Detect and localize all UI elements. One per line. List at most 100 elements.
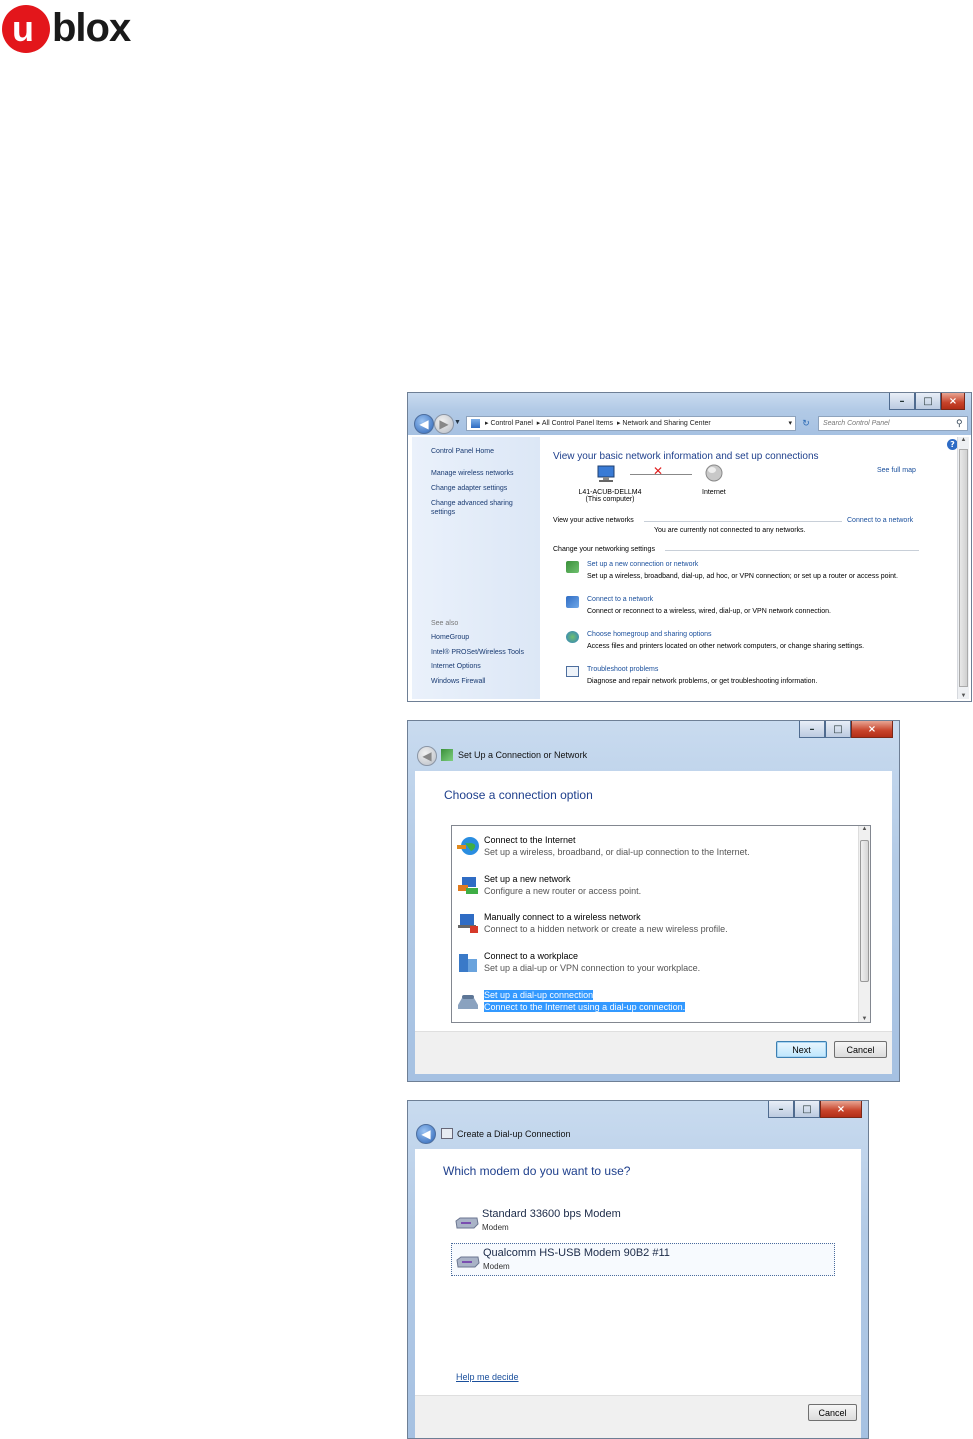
see-also-homegroup[interactable]: HomeGroup: [431, 633, 469, 642]
modem-item-standard[interactable]: Standard 33600 bps Modem Modem: [451, 1205, 835, 1238]
breadcrumb-network-center[interactable]: Network and Sharing Center: [622, 420, 710, 427]
window1-titlebar: – □ × ◀ ▶ ▼ ▸ Control Panel ▸ All Contro…: [408, 393, 971, 435]
computer-name: L41-ACUB-DELLM4 (This computer): [575, 489, 645, 503]
ublox-logo: u blox: [0, 0, 150, 60]
address-dropdown-icon[interactable]: ▾: [788, 417, 792, 430]
cancel-button[interactable]: Cancel: [808, 1404, 857, 1421]
scroll-thumb[interactable]: [860, 840, 869, 982]
scroll-down-icon[interactable]: ▼: [958, 693, 969, 699]
settings-divider: [665, 550, 919, 551]
scroll-down-icon[interactable]: ▼: [859, 1016, 870, 1022]
task-desc: Connect or reconnect to a wireless, wire…: [587, 608, 831, 615]
list-item[interactable]: Manually connect to a wireless network C…: [456, 909, 856, 939]
address-bar[interactable]: ▸ Control Panel ▸ All Control Panel Item…: [466, 416, 796, 431]
history-dropdown-icon[interactable]: ▼: [454, 419, 461, 426]
page-title: View your basic network information and …: [553, 451, 819, 462]
option-desc: Set up a dial-up or VPN connection to yo…: [484, 963, 701, 973]
disconnected-x-icon: ✕: [653, 464, 664, 478]
computer-sub-text: (This computer): [585, 496, 635, 503]
search-icon[interactable]: ⚲: [956, 418, 963, 429]
list-item[interactable]: Connect to the Internet Set up a wireles…: [456, 832, 856, 862]
maximize-button[interactable]: □: [825, 721, 851, 738]
task-desc: Set up a wireless, broadband, dial-up, a…: [587, 573, 898, 580]
option-title: Manually connect to a wireless network: [484, 912, 641, 922]
networking-settings-label: Change your networking settings: [553, 546, 655, 553]
task-title[interactable]: Set up a new connection or network: [587, 561, 698, 568]
sidebar-item-advanced-sharing[interactable]: Change advanced sharing settings: [431, 499, 531, 517]
scroll-up-icon[interactable]: ▲: [958, 437, 969, 443]
option-desc: Set up a wireless, broadband, or dial-up…: [484, 847, 750, 857]
modem-icon: [456, 1256, 480, 1268]
window2-title: Set Up a Connection or Network: [458, 750, 588, 760]
minimize-button[interactable]: –: [768, 1101, 794, 1118]
close-button[interactable]: ×: [941, 393, 965, 410]
modem-type: Modem: [482, 1223, 509, 1232]
connect-network-icon: [566, 596, 579, 608]
see-also-intel-proset[interactable]: Intel® PROSet/Wireless Tools: [431, 648, 524, 657]
option-title: Connect to the Internet: [484, 835, 576, 845]
dialup-icon: [441, 1128, 453, 1139]
setup-connection-icon: [566, 561, 579, 573]
modem-item-qualcomm[interactable]: Qualcomm HS-USB Modem 90B2 #11 Modem: [451, 1243, 835, 1276]
see-also-internet-options[interactable]: Internet Options: [431, 662, 481, 671]
minimize-button[interactable]: –: [889, 393, 915, 410]
computer-name-text: L41-ACUB-DELLM4: [578, 489, 642, 496]
option-title: Connect to a workplace: [484, 951, 579, 961]
logo-text: blox: [52, 6, 131, 50]
refresh-icon[interactable]: ↻: [798, 416, 814, 431]
list-item[interactable]: Set up a new network Configure a new rou…: [456, 871, 856, 901]
connection-options-list[interactable]: Connect to the Internet Set up a wireles…: [451, 825, 871, 1023]
window2-titlebar: – □ × ◀ Set Up a Connection or Network: [408, 721, 899, 771]
connect-to-network-link[interactable]: Connect to a network: [847, 517, 913, 524]
back-button[interactable]: ◀: [416, 1124, 436, 1144]
new-network-icon: [458, 877, 478, 894]
task-title[interactable]: Choose homegroup and sharing options: [587, 631, 712, 638]
scroll-thumb[interactable]: [959, 449, 968, 687]
active-networks-label: View your active networks: [553, 517, 634, 524]
breadcrumb-control-panel[interactable]: Control Panel: [490, 420, 532, 427]
help-me-decide-link[interactable]: Help me decide: [456, 1372, 519, 1382]
task-title[interactable]: Troubleshoot problems: [587, 666, 658, 673]
sidebar: Control Panel Home Manage wireless netwo…: [412, 437, 540, 699]
task-desc: Diagnose and repair network problems, or…: [587, 678, 818, 685]
modem-type: Modem: [483, 1262, 510, 1271]
option-title: Set up a new network: [484, 874, 571, 884]
task-desc: Access files and printers located on oth…: [587, 643, 865, 650]
vertical-scrollbar[interactable]: ▲ ▼: [957, 437, 969, 699]
wireless-network-icon: [458, 914, 478, 933]
task-title[interactable]: Connect to a network: [587, 596, 653, 603]
control-panel-icon: [471, 419, 480, 428]
setup-connection-window: – □ × ◀ Set Up a Connection or Network C…: [407, 720, 900, 1082]
list-item-selected[interactable]: Set up a dial-up connection Connect to t…: [456, 987, 856, 1017]
cancel-button[interactable]: Cancel: [834, 1041, 887, 1058]
sidebar-item-adapter-settings[interactable]: Change adapter settings: [431, 484, 507, 493]
scroll-up-icon[interactable]: ▲: [859, 826, 870, 832]
troubleshoot-icon: [566, 666, 579, 677]
setup-connection-icon: [441, 749, 453, 761]
back-button[interactable]: ◀: [414, 414, 434, 434]
maximize-button[interactable]: □: [915, 393, 941, 410]
maximize-button[interactable]: □: [794, 1101, 820, 1118]
main-content: View your basic network information and …: [540, 437, 957, 699]
window1-caption-buttons: – □ ×: [889, 393, 965, 410]
window3-body: Which modem do you want to use? Standard…: [415, 1149, 861, 1438]
next-button[interactable]: Next: [776, 1041, 827, 1058]
window3-title: Create a Dial-up Connection: [457, 1129, 571, 1139]
breadcrumb-all-items[interactable]: All Control Panel Items: [542, 420, 613, 427]
minimize-button[interactable]: –: [799, 721, 825, 738]
close-button[interactable]: ×: [851, 721, 893, 738]
window3-titlebar: – □ × ◀ Create a Dial-up Connection: [408, 1101, 868, 1149]
window3-footer: Cancel: [415, 1395, 861, 1438]
see-also-windows-firewall[interactable]: Windows Firewall: [431, 677, 485, 686]
list-scrollbar[interactable]: ▲ ▼: [858, 826, 870, 1022]
logo-u: u: [12, 8, 34, 49]
list-item[interactable]: Connect to a workplace Set up a dial-up …: [456, 948, 856, 978]
forward-button[interactable]: ▶: [434, 414, 454, 434]
back-button[interactable]: ◀: [417, 746, 437, 766]
option-title: Set up a dial-up connection: [484, 990, 594, 1000]
see-full-map-link[interactable]: See full map: [877, 467, 916, 474]
search-input[interactable]: Search Control Panel: [818, 416, 968, 431]
close-button[interactable]: ×: [820, 1101, 862, 1118]
sidebar-item-manage-wireless[interactable]: Manage wireless networks: [431, 469, 513, 478]
sidebar-control-panel-home[interactable]: Control Panel Home: [431, 447, 494, 456]
